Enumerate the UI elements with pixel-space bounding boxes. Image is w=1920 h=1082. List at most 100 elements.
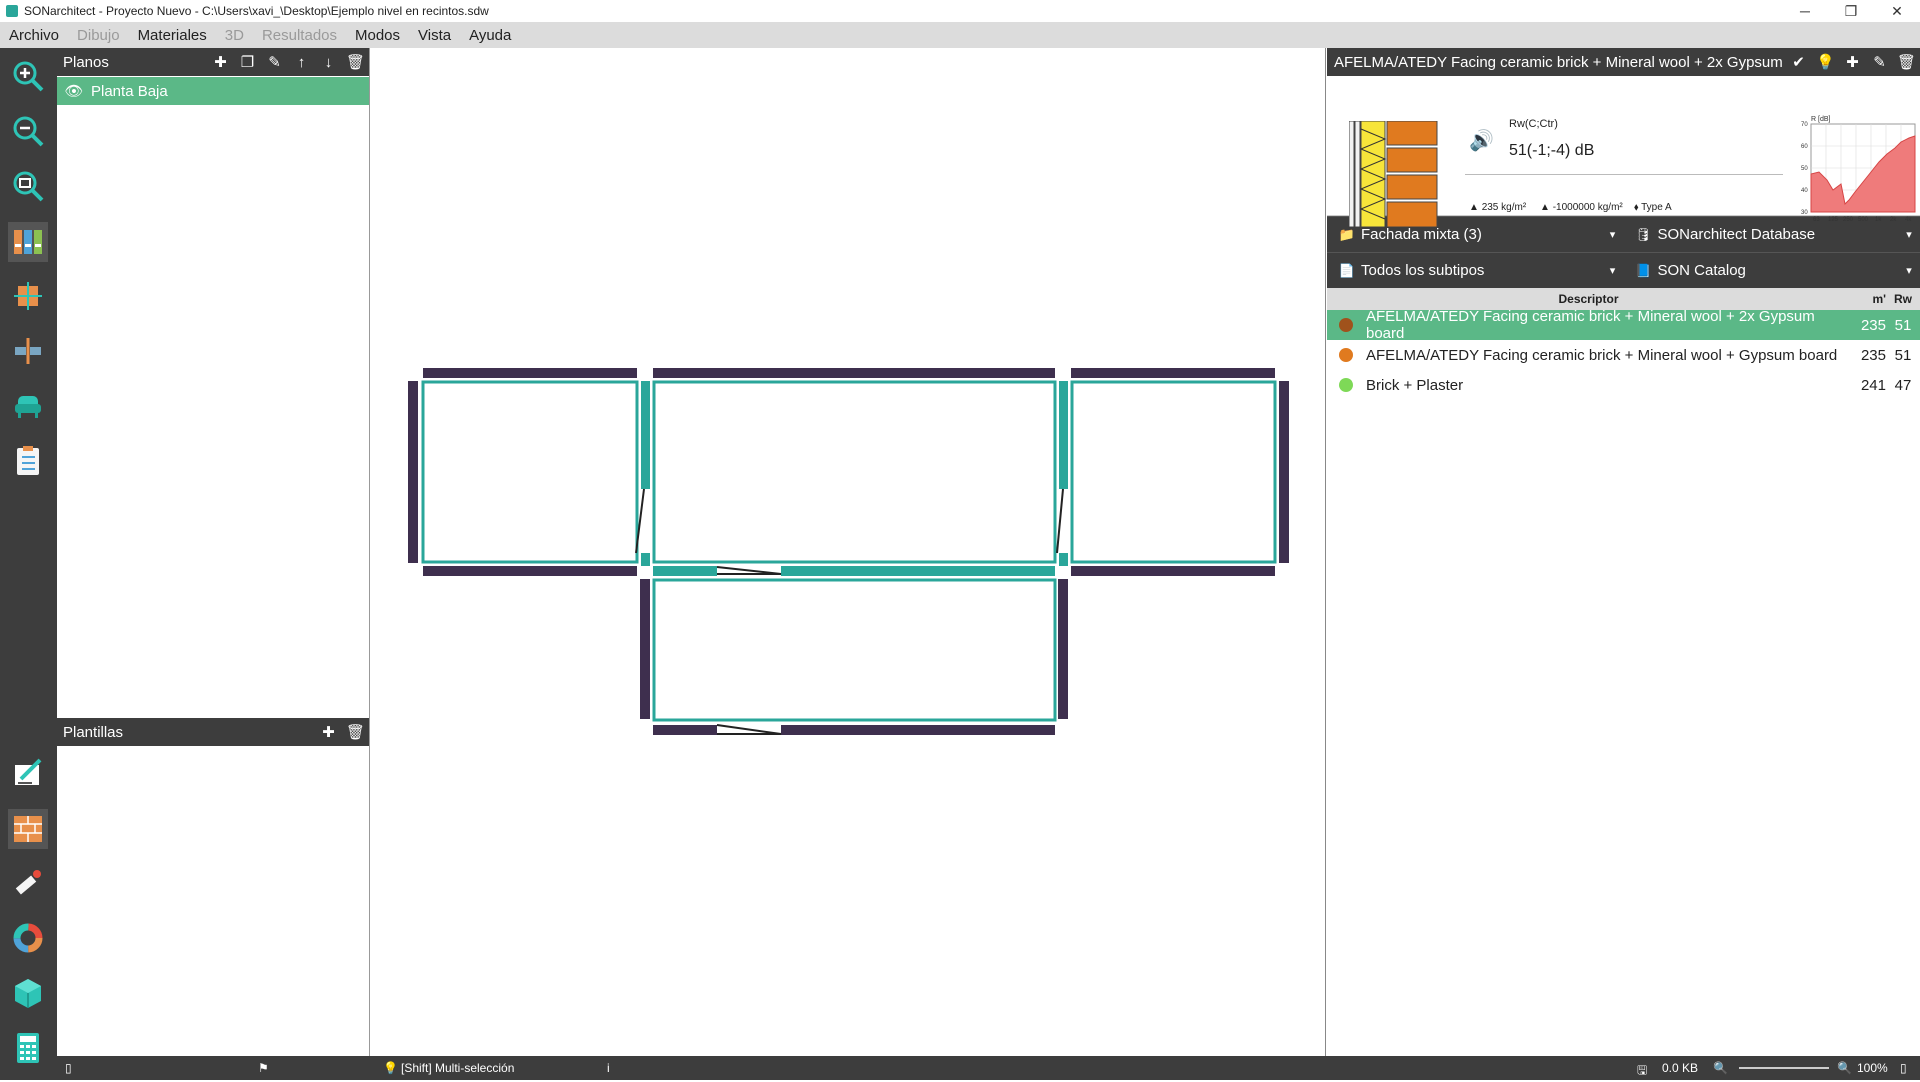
flag-icon[interactable]: ⚑	[258, 1061, 269, 1075]
trash-icon[interactable]: 🗑	[342, 723, 369, 741]
save-icon[interactable]: 🖫	[1637, 1061, 1647, 1082]
plantillas-title: Plantillas	[63, 724, 315, 741]
measure-tool-icon[interactable]	[8, 863, 48, 903]
menu-materiales[interactable]: Materiales	[129, 27, 216, 44]
chevron-down-icon: ▾	[1602, 264, 1624, 277]
xtick: 2k	[1890, 217, 1897, 223]
minimize-button[interactable]: ─	[1782, 3, 1828, 19]
menu-bar: Archivo Dibujo Materiales 3D Resultados …	[0, 22, 1920, 48]
speaker-icon: 🔊	[1469, 128, 1494, 153]
inner-walls[interactable]	[641, 381, 1068, 576]
menu-ayuda[interactable]: Ayuda	[460, 27, 520, 44]
xtick: 63	[1813, 217, 1820, 223]
menu-3d[interactable]: 3D	[216, 27, 253, 44]
index-label: Rw(C;Ctr)	[1509, 118, 1558, 130]
zoom-fit-icon[interactable]	[8, 166, 48, 206]
material-title: AFELMA/ATEDY Facing ceramic brick + Mine…	[1334, 54, 1785, 71]
edit-drawing-icon[interactable]	[8, 753, 48, 793]
close-button[interactable]: ✕	[1874, 3, 1920, 20]
add-icon[interactable]: ✚	[315, 723, 342, 741]
copy-icon[interactable]: ❐	[234, 53, 261, 71]
col-rw[interactable]: Rw	[1886, 292, 1920, 306]
drawing-canvas[interactable]	[371, 48, 1326, 1056]
3d-box-icon[interactable]	[8, 973, 48, 1013]
trash-icon[interactable]: 🗑	[1893, 53, 1920, 71]
floor-plan[interactable]	[371, 48, 1326, 1056]
xtick: 1k	[1875, 217, 1882, 223]
col-m2[interactable]: m'	[1850, 292, 1886, 306]
menu-archivo[interactable]: Archivo	[0, 27, 68, 44]
lightbulb-icon[interactable]: 💡	[1812, 53, 1839, 71]
junction-icon[interactable]	[8, 331, 48, 371]
wall-layout-icon[interactable]	[8, 276, 48, 316]
maximize-button[interactable]: ❐	[1828, 3, 1874, 20]
mass-info: ▲ 235 kg/m²	[1469, 202, 1526, 213]
wall-section-image	[1349, 121, 1439, 227]
table-row[interactable]: AFELMA/ATEDY Facing ceramic brick + Mine…	[1327, 310, 1920, 340]
material-color-dot	[1339, 318, 1353, 332]
row-m2: 241	[1850, 377, 1886, 394]
armchair-icon[interactable]	[8, 386, 48, 426]
zoom-slider[interactable]	[1739, 1067, 1829, 1069]
edit-icon[interactable]: ✎	[1866, 53, 1893, 71]
room-3	[1072, 382, 1275, 562]
folder-icon: 📁	[1333, 227, 1361, 243]
row-rw: 51	[1886, 347, 1920, 364]
row-descriptor: AFELMA/ATEDY Facing ceramic brick + Mine…	[1366, 308, 1850, 342]
rating-value: 51(-1;-4) dB	[1509, 142, 1594, 160]
row-m2: 235	[1850, 317, 1886, 334]
file-size: 0.0 KB	[1662, 1061, 1698, 1075]
zoom-level: 100%	[1857, 1061, 1888, 1075]
filter-row-2: 📄 Todos los subtipos ▾ 📘 SON Catalog ▾	[1327, 252, 1920, 288]
arrow-up-icon[interactable]: ↑	[288, 54, 315, 71]
catalog-dropdown[interactable]: 📘 SON Catalog ▾	[1624, 253, 1920, 288]
zoom-in-icon[interactable]	[8, 56, 48, 96]
eye-icon[interactable]: 👁	[57, 82, 91, 100]
zoom-in-small-icon[interactable]: 🔍	[1837, 1061, 1852, 1075]
material-color-dot	[1339, 348, 1353, 362]
menu-dibujo[interactable]: Dibujo	[68, 27, 129, 44]
rooms[interactable]	[423, 382, 1275, 720]
calculator-icon[interactable]	[8, 1028, 48, 1068]
walls[interactable]	[408, 368, 1289, 735]
row-rw: 51	[1886, 317, 1920, 334]
material-details: 🔊 Rw(C;Ctr) 51(-1;-4) dB ▲ 235 kg/m² ▲ -…	[1327, 76, 1920, 216]
table-row[interactable]: AFELMA/ATEDY Facing ceramic brick + Mine…	[1327, 340, 1920, 370]
subtype-value: Todos los subtipos	[1361, 262, 1602, 279]
ytick: 30	[1801, 210, 1808, 216]
plan-item-planta-baja[interactable]: 👁 Planta Baja	[57, 77, 369, 105]
edit-icon[interactable]: ✎	[261, 53, 288, 71]
doors[interactable]	[636, 489, 1063, 734]
status-bar: ▯ ⚑ 💡 [Shift] Multi-selección i 🖫 0.0 KB…	[57, 1056, 1920, 1080]
color-wheel-icon[interactable]	[8, 918, 48, 958]
panel-toggle-icon[interactable]: ▯	[65, 1061, 72, 1075]
zoom-out-small-icon[interactable]: 🔍	[1713, 1061, 1728, 1075]
fullscreen-icon[interactable]: ▯	[1900, 1061, 1907, 1075]
group-value: Fachada mixta (3)	[1361, 226, 1602, 243]
subtype-dropdown[interactable]: 📄 Todos los subtipos ▾	[1327, 253, 1624, 288]
trash-icon[interactable]: 🗑	[342, 53, 369, 71]
info-icon[interactable]: i	[607, 1061, 610, 1075]
checklist-icon[interactable]	[8, 441, 48, 481]
brick-wall-icon[interactable]	[8, 809, 48, 849]
add-icon[interactable]: ✚	[207, 53, 234, 71]
room-4	[654, 580, 1055, 720]
table-row[interactable]: Brick + Plaster 241 47	[1327, 370, 1920, 400]
col-descriptor[interactable]: Descriptor	[1327, 292, 1850, 306]
arrow-down-icon[interactable]: ↓	[315, 54, 342, 71]
plan-item-label: Planta Baja	[91, 83, 168, 100]
add-icon[interactable]: ✚	[1839, 53, 1866, 71]
ytick: 50	[1801, 166, 1808, 172]
app-icon	[6, 5, 18, 17]
row-descriptor: Brick + Plaster	[1366, 377, 1850, 394]
zoom-out-icon[interactable]	[8, 111, 48, 151]
ytick: 60	[1801, 144, 1808, 150]
title-bar: SONarchitect - Proyecto Nuevo - C:\Users…	[0, 0, 1920, 22]
menu-modos[interactable]: Modos	[346, 27, 409, 44]
check-icon[interactable]: ✔	[1785, 53, 1812, 71]
plantillas-header: Plantillas ✚ 🗑	[57, 718, 369, 746]
menu-resultados[interactable]: Resultados	[253, 27, 346, 44]
binders-icon[interactable]	[8, 222, 48, 262]
room-1	[423, 382, 637, 562]
menu-vista[interactable]: Vista	[409, 27, 460, 44]
